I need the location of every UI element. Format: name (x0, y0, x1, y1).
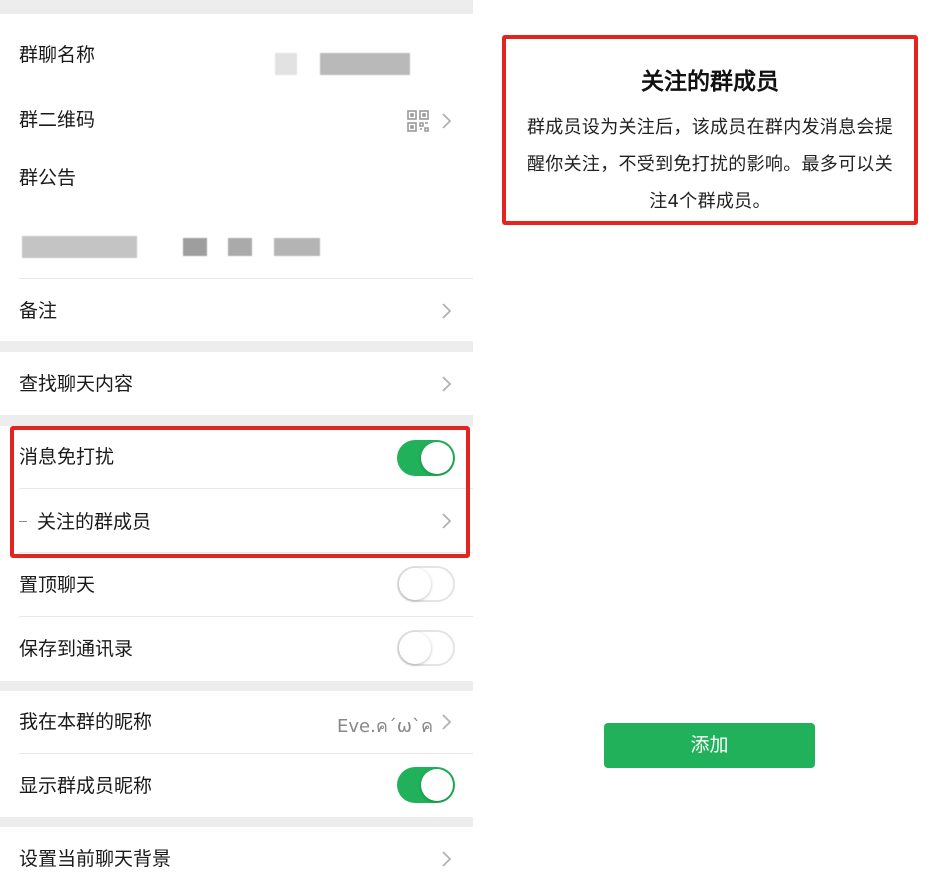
group-name-value-redacted (275, 53, 297, 75)
qr-code-icon (407, 110, 429, 132)
group-name-label: 群聊名称 (19, 44, 96, 66)
my-nickname-row[interactable]: 我在本群的昵称 Eve.ค´ω`ค (0, 691, 473, 753)
group-name-value-redacted (320, 53, 410, 75)
save-contacts-toggle[interactable] (397, 630, 455, 666)
chevron-right-icon (441, 713, 453, 731)
settings-group-search: 查找聊天内容 (0, 352, 473, 415)
show-nicknames-row[interactable]: 显示群成员昵称 (0, 754, 473, 817)
qr-code-label: 群二维码 (19, 109, 96, 131)
announcement-content-redacted (183, 238, 207, 256)
settings-group-info: 群聊名称 群二维码 群公告 备注 (0, 14, 473, 341)
show-nicknames-toggle[interactable] (397, 767, 455, 803)
sticky-chat-label: 置顶聊天 (19, 574, 96, 596)
my-nickname-value: Eve.ค´ω`ค (337, 716, 433, 737)
sticky-chat-toggle[interactable] (397, 566, 455, 602)
chat-background-row[interactable]: 设置当前聊天背景 (0, 827, 473, 875)
info-description-line: 醒你关注，不受到免打扰的影响。最多可以关 (527, 154, 893, 175)
settings-group-background: 设置当前聊天背景 (0, 827, 473, 875)
toggle-knob (399, 632, 431, 664)
info-description-line: 群成员设为关注后，该成员在群内发消息会提 (527, 117, 893, 138)
highlight-box-settings (10, 426, 470, 558)
info-description-line: 注4个群成员。 (649, 191, 771, 212)
show-nicknames-label: 显示群成员昵称 (19, 775, 153, 797)
settings-group-nickname: 我在本群的昵称 Eve.ค´ω`ค 显示群成员昵称 (0, 691, 473, 817)
search-history-label: 查找聊天内容 (19, 373, 134, 395)
save-contacts-row[interactable]: 保存到通讯录 (0, 617, 473, 681)
chevron-right-icon (441, 375, 453, 393)
search-history-row[interactable]: 查找聊天内容 (0, 352, 473, 415)
add-button[interactable]: 添加 (604, 723, 815, 768)
chevron-right-icon (441, 302, 453, 320)
remark-label: 备注 (19, 300, 58, 322)
announcement-content-redacted (228, 238, 252, 256)
sticky-chat-row[interactable]: 置顶聊天 (0, 553, 473, 616)
announcement-content-redacted (274, 238, 320, 256)
chat-background-label: 设置当前聊天背景 (19, 848, 172, 870)
announcement-content-redacted (22, 236, 137, 258)
remark-row[interactable]: 备注 (0, 279, 473, 341)
save-contacts-label: 保存到通讯录 (19, 638, 134, 660)
toggle-knob (421, 769, 453, 801)
announcement-row[interactable]: 群公告 (0, 152, 473, 278)
group-name-row[interactable]: 群聊名称 (0, 14, 473, 88)
my-nickname-label: 我在本群的昵称 (19, 711, 153, 733)
chevron-right-icon (441, 850, 453, 868)
toggle-knob (399, 568, 431, 600)
announcement-label: 群公告 (19, 167, 77, 189)
qr-code-row[interactable]: 群二维码 (0, 88, 473, 152)
chevron-right-icon (441, 112, 453, 130)
starred-members-title: 关注的群成员 (641, 69, 779, 95)
